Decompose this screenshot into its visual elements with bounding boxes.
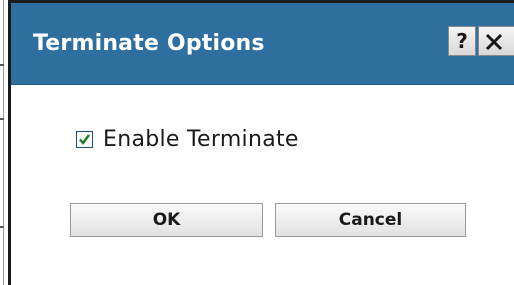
checkmark-icon: [79, 134, 90, 145]
enable-terminate-label[interactable]: Enable Terminate: [103, 127, 299, 152]
background-page-edge: [0, 0, 8, 285]
help-button[interactable]: ?: [448, 26, 476, 56]
close-icon: [485, 33, 503, 51]
cancel-button[interactable]: Cancel: [275, 203, 466, 237]
enable-terminate-row: Enable Terminate: [76, 127, 299, 152]
enable-terminate-checkbox[interactable]: [76, 131, 93, 148]
page: Terminate Options ? Enable Terminate OK …: [0, 0, 514, 285]
terminate-options-dialog: Terminate Options ? Enable Terminate OK …: [8, 0, 514, 285]
dialog-title: Terminate Options: [33, 31, 265, 56]
ok-button[interactable]: OK: [70, 203, 263, 237]
dialog-titlebar[interactable]: Terminate Options ?: [11, 3, 514, 85]
close-button[interactable]: [478, 26, 514, 56]
